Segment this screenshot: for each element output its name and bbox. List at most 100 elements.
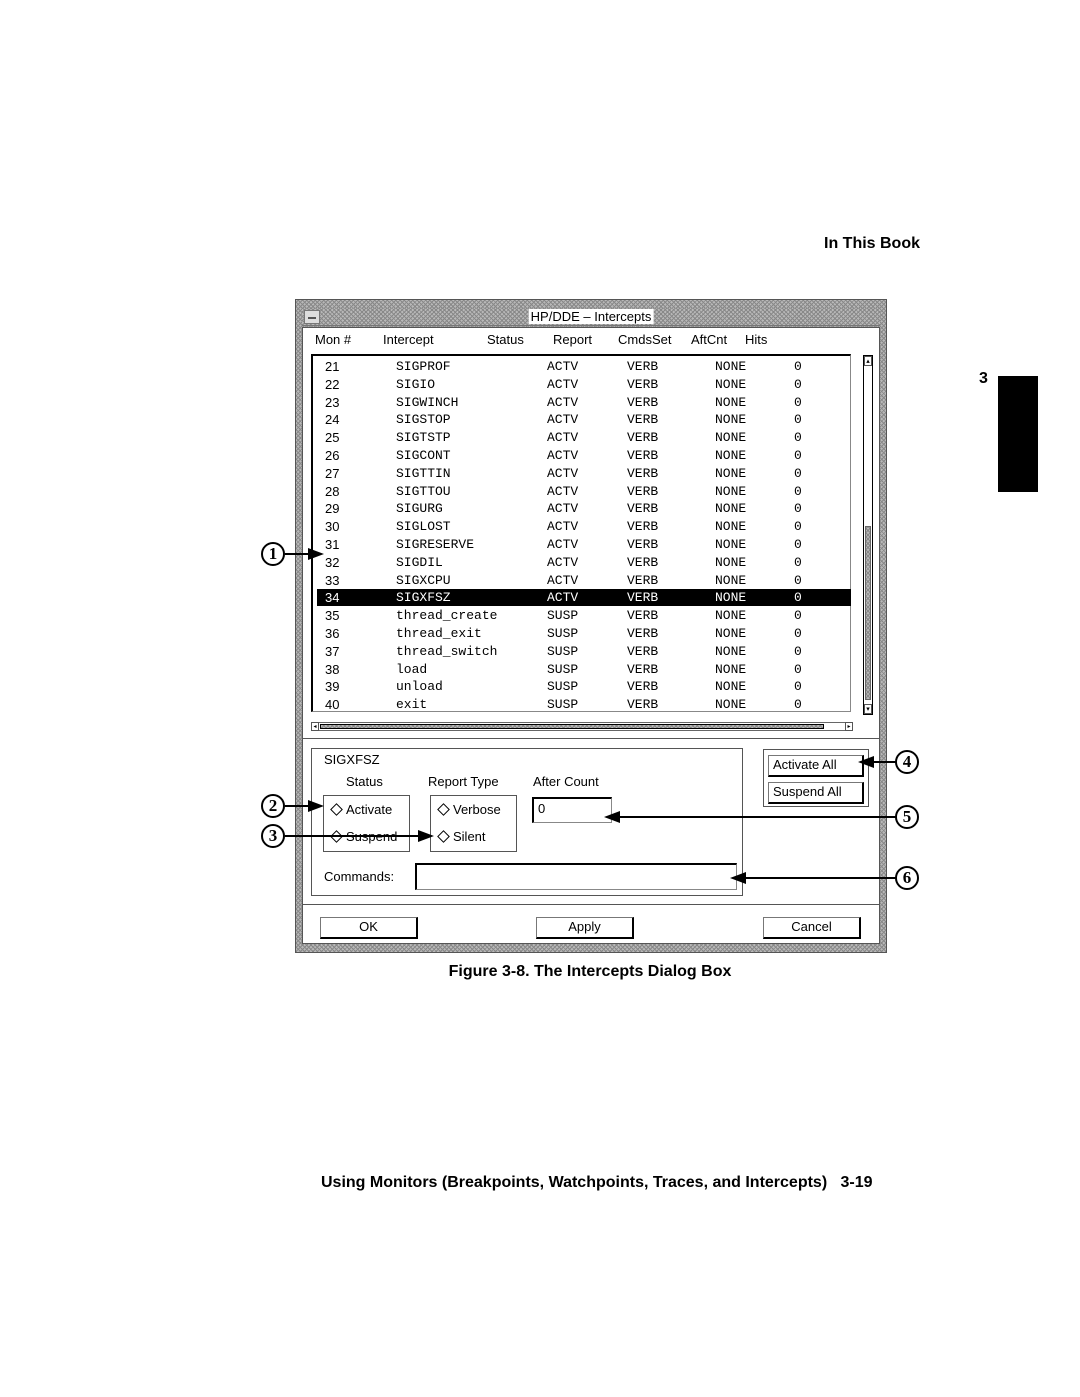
list-row[interactable]: 25 SIGTSTP ACTV VERB NONE 0 [317,429,851,446]
cell-hits: 0 [794,537,802,552]
window-title: HP/DDE – Intercepts [528,309,654,324]
cell-cmdsset: NONE [715,519,747,535]
dialog-client-area: Mon # Intercept Status Report CmdsSet Af… [302,327,880,944]
title-bar[interactable]: HP/DDE – Intercepts [302,308,880,326]
callout-arrow-line [745,877,896,879]
list-row[interactable]: 38 load SUSP VERB NONE 0 [317,661,851,678]
cell-report: VERB [627,661,659,677]
diamond-radio-icon [437,803,450,816]
cell-status: SUSP [547,661,579,677]
cell-mon: 39 [325,679,340,695]
cell-status: SUSP [547,643,579,659]
list-row[interactable]: 39 unload SUSP VERB NONE 0 [317,678,851,695]
vertical-scrollbar[interactable]: ▴ ▾ [863,355,873,715]
column-header-report: Report [553,332,593,347]
ok-button[interactable]: OK [320,917,418,939]
list-row[interactable]: 28 SIGTTOU ACTV VERB NONE 0 [317,483,851,500]
list-row[interactable]: 30 SIGLOST ACTV VERB NONE 0 [317,518,851,535]
cell-cmdsset: NONE [715,501,747,517]
horizontal-scrollbar[interactable]: ◂ ▸ [311,722,853,731]
cell-cmdsset: NONE [715,483,747,499]
after-count-input[interactable]: 0 [532,797,612,823]
callout-1: 1 [261,542,285,566]
callout-4: 4 [895,750,919,774]
cell-cmdsset: NONE [715,554,747,570]
cell-hits: 0 [794,519,802,535]
cell-intercept: SIGDIL [396,554,443,570]
cell-status: ACTV [547,465,579,481]
cell-report: VERB [627,501,659,517]
cell-hits: 0 [794,697,802,713]
cell-status: ACTV [547,572,579,588]
commands-input[interactable] [415,863,737,890]
list-row[interactable]: 22 SIGIO ACTV VERB NONE 0 [317,376,851,393]
cell-report: VERB [627,679,659,695]
activate-all-button[interactable]: Activate All [768,755,864,777]
scroll-down-icon[interactable]: ▾ [864,704,872,714]
list-row[interactable]: 24 SIGSTOP ACTV VERB NONE 0 [317,411,851,428]
column-header-hits: Hits [745,332,768,347]
cell-hits: 0 [794,430,802,446]
radio-silent[interactable]: Silent [437,829,486,844]
cell-intercept: SIGSTOP [396,412,451,428]
page-footer: Using Monitors (Breakpoints, Watchpoints… [321,1174,873,1192]
cell-status: ACTV [547,501,579,517]
list-row[interactable]: 29 SIGURG ACTV VERB NONE 0 [317,500,851,517]
cell-hits: 0 [794,412,802,428]
list-row[interactable]: 34 SIGXFSZ ACTV VERB NONE 0 [317,589,851,607]
cell-hits: 0 [794,590,802,606]
column-header-mon: Mon # [315,332,352,347]
scroll-left-icon[interactable]: ◂ [311,722,319,731]
cell-hits: 0 [794,608,802,624]
cell-mon: 27 [325,465,340,481]
suspend-all-button[interactable]: Suspend All [768,782,864,804]
cell-intercept: SIGURG [396,501,443,517]
list-row[interactable]: 40 exit SUSP VERB NONE 0 [317,696,851,713]
radio-verbose[interactable]: Verbose [437,802,501,817]
vertical-scroll-thumb[interactable] [865,526,871,700]
apply-button[interactable]: Apply [536,917,634,939]
cell-report: VERB [627,537,659,552]
horizontal-scroll-thumb[interactable] [320,724,824,729]
column-header-cmdsset: CmdsSet [618,332,672,347]
cell-intercept: unload [396,679,443,695]
cell-mon: 28 [325,483,340,499]
list-row[interactable]: 33 SIGXCPU ACTV VERB NONE 0 [317,572,851,589]
list-row[interactable]: 35 thread_create SUSP VERB NONE 0 [317,607,851,624]
cell-intercept: load [396,661,428,677]
cell-status: ACTV [547,519,579,535]
scroll-up-icon[interactable]: ▴ [864,356,872,366]
cell-report: VERB [627,359,659,374]
cell-report: VERB [627,394,659,410]
cell-report: VERB [627,608,659,624]
running-header: In This Book [824,235,920,252]
list-row[interactable]: 31 SIGRESERVE ACTV VERB NONE 0 [317,536,851,553]
cell-status: SUSP [547,679,579,695]
cell-status: ACTV [547,430,579,446]
list-row[interactable]: 27 SIGTTIN ACTV VERB NONE 0 [317,465,851,482]
cell-status: ACTV [547,554,579,570]
scroll-right-icon[interactable]: ▸ [845,722,853,731]
cell-intercept: thread_create [396,608,498,624]
cell-hits: 0 [794,643,802,659]
cell-intercept: SIGLOST [396,519,451,535]
radio-activate[interactable]: Activate [330,802,392,817]
list-row[interactable]: 21 SIGPROF ACTV VERB NONE 0 [317,358,851,375]
separator [303,904,879,906]
cell-mon: 32 [325,554,340,570]
list-row[interactable]: 32 SIGDIL ACTV VERB NONE 0 [317,554,851,571]
cell-mon: 24 [325,412,340,428]
radio-activate-label: Activate [346,802,393,817]
cancel-button[interactable]: Cancel [763,917,861,939]
window-menu-icon[interactable] [304,310,320,324]
cell-mon: 34 [325,590,340,606]
list-row[interactable]: 36 thread_exit SUSP VERB NONE 0 [317,625,851,642]
intercepts-list[interactable]: 21 SIGPROF ACTV VERB NONE 0 22 SIGIO ACTV VERB NON… [311,354,851,712]
list-row[interactable]: 26 SIGCONT ACTV VERB NONE 0 [317,447,851,464]
cell-hits: 0 [794,626,802,641]
cell-mon: 35 [325,608,340,624]
list-row[interactable]: 37 thread_switch SUSP VERB NONE 0 [317,643,851,660]
cell-mon: 31 [325,537,340,552]
list-row[interactable]: 23 SIGWINCH ACTV VERB NONE 0 [317,394,851,411]
cell-cmdsset: NONE [715,448,747,463]
